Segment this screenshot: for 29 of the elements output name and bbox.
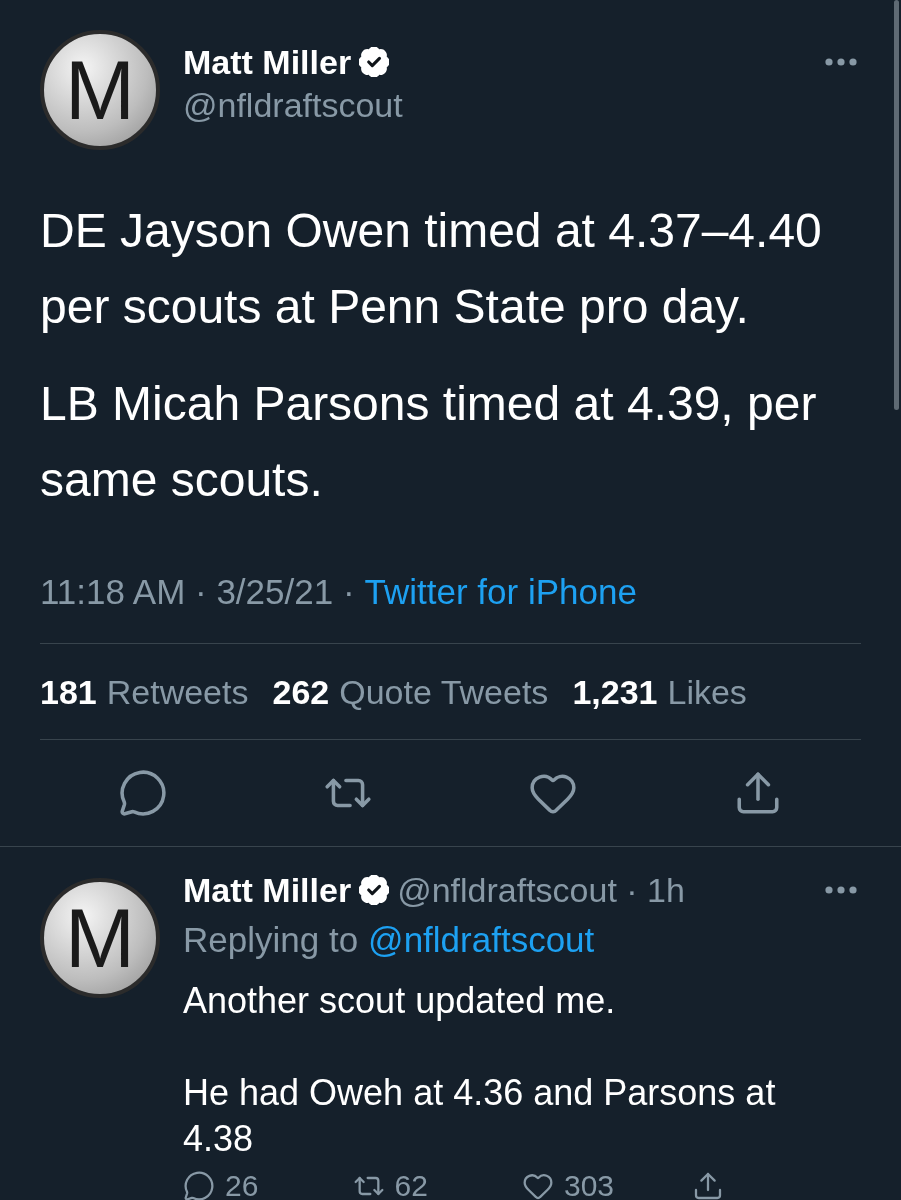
avatar[interactable]: M [40,30,160,150]
source-link[interactable]: Twitter for iPhone [364,570,637,614]
reply-text: Another scout updated me. [183,979,617,1023]
timestamp: 11:18 AM · 3/25/21 · [40,571,355,613]
more-icon[interactable] [825,58,857,66]
reply-text: He had Oweh at 4.36 and Parsons at 4.38 [183,1071,777,1161]
action-count: 26 [225,1168,259,1200]
avatar[interactable]: M [40,878,160,998]
monogram-letter: M [65,48,135,132]
monogram-letter: M [65,896,135,980]
mention-link[interactable]: @nfldraftscout [368,918,595,962]
action-count: 62 [394,1168,428,1200]
tweet-text: LB Micah Parsons timed at 4.39, per same scouts. [40,376,818,508]
reply-icon[interactable] [183,1170,215,1200]
author-handle[interactable]: @nfldraftscout [183,85,403,125]
author-name[interactable]: Matt Miller [183,868,352,912]
stat-label[interactable]: Likes [667,670,747,714]
stat-label[interactable]: Retweets [106,670,249,714]
action-count: 303 [564,1168,615,1200]
stat-count[interactable]: 1,231 [572,670,658,714]
stat-count[interactable]: 181 [40,670,97,714]
replying-to-label: Replying to [183,919,359,961]
stat-label[interactable]: Quote Tweets [339,670,549,714]
stat-count[interactable]: 262 [272,670,330,714]
reply-icon[interactable] [117,768,168,818]
author-handle-time[interactable]: @nfldraftscout · 1h [397,868,685,912]
author-name[interactable]: Matt Miller [183,42,352,82]
more-icon[interactable] [825,886,857,894]
tweet-text: DE Jayson Owen timed at 4.37–4.40 per scouts at Penn State pro day. [40,203,823,335]
